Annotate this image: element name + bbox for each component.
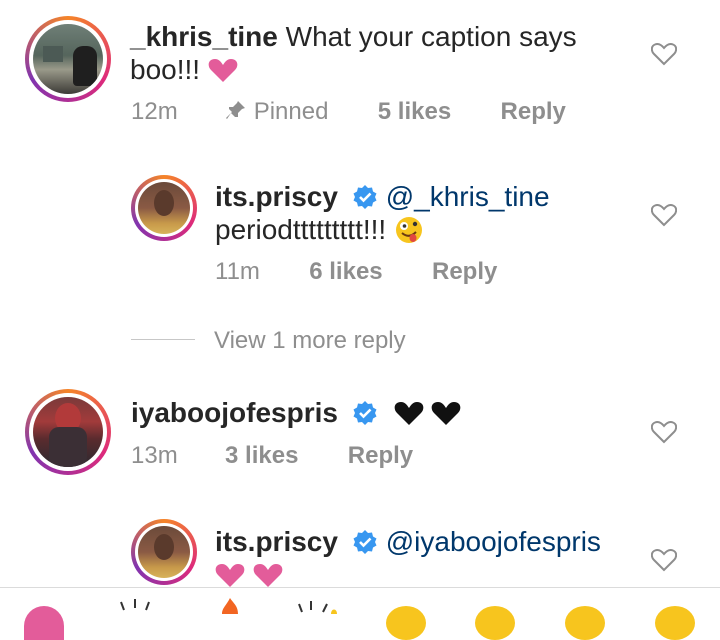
- comment-time: 12m: [131, 98, 178, 125]
- emoji-reaction-bar: [0, 587, 720, 640]
- fire-emoji[interactable]: [220, 598, 254, 632]
- reply-button[interactable]: Reply: [501, 98, 566, 125]
- comment-body: its.priscy @iyaboojofespris: [215, 525, 635, 591]
- black-heart-emoji: [431, 402, 461, 425]
- verified-badge-icon: [353, 530, 377, 554]
- comment-meta: 11m 6 likes Reply: [215, 258, 615, 286]
- clap-emoji[interactable]: [118, 598, 152, 632]
- comment-time: 13m: [131, 442, 178, 469]
- heart-outline-icon[interactable]: [651, 420, 677, 444]
- comment-username[interactable]: its.priscy: [215, 181, 338, 212]
- comment-meta: 13m 3 likes Reply: [131, 442, 531, 470]
- mention-link[interactable]: @iyaboojofespris: [386, 526, 601, 557]
- zany-face-emoji: [395, 217, 422, 243]
- comment-meta: 12m Pinned 5 likes Reply: [131, 98, 631, 126]
- comment-text: periodttttttttt!!!: [215, 214, 387, 245]
- heart-outline-icon[interactable]: [651, 548, 677, 572]
- raised-hands-emoji[interactable]: [297, 598, 337, 632]
- comment-body: _khris_tine What your caption says boo!!…: [130, 20, 650, 86]
- comment-username[interactable]: _khris_tine: [130, 21, 278, 52]
- likes-count[interactable]: 6 likes: [309, 258, 382, 285]
- smile-emoji[interactable]: [386, 606, 426, 640]
- avatar[interactable]: [131, 519, 197, 585]
- pink-heart-emoji: [208, 59, 238, 82]
- verified-badge-icon: [353, 185, 377, 209]
- comment-body: iyaboojofespris: [131, 396, 631, 429]
- verified-badge-icon: [353, 401, 377, 425]
- comment-body: its.priscy @_khris_tine periodttttttttt!…: [215, 180, 635, 246]
- black-heart-emoji: [394, 402, 423, 425]
- avatar[interactable]: [25, 16, 111, 102]
- reply-button[interactable]: Reply: [348, 442, 413, 469]
- pinned-label: Pinned: [253, 98, 329, 125]
- avatar[interactable]: [131, 175, 197, 241]
- cry-emoji[interactable]: [655, 606, 695, 640]
- comment-time: 11m: [215, 258, 260, 285]
- pink-heart-emoji: [253, 564, 283, 587]
- heart-outline-icon[interactable]: [651, 203, 677, 227]
- likes-count[interactable]: 3 likes: [225, 442, 298, 469]
- avatar[interactable]: [25, 389, 111, 475]
- reply-button[interactable]: Reply: [432, 258, 497, 285]
- likes-count[interactable]: 5 likes: [378, 98, 451, 125]
- heart-outline-icon[interactable]: [651, 42, 677, 66]
- pink-heart-emoji: [215, 564, 245, 587]
- wow-emoji[interactable]: [565, 606, 605, 640]
- pin-icon: [226, 101, 246, 119]
- comment-username[interactable]: its.priscy: [215, 526, 338, 557]
- view-more-divider: [131, 339, 195, 340]
- mention-link[interactable]: @_khris_tine: [386, 181, 550, 212]
- heart-eyes-emoji[interactable]: [24, 606, 64, 640]
- laugh-emoji[interactable]: [475, 606, 515, 640]
- view-more-replies-link[interactable]: View 1 more reply: [214, 327, 406, 355]
- comment-username[interactable]: iyaboojofespris: [131, 397, 338, 428]
